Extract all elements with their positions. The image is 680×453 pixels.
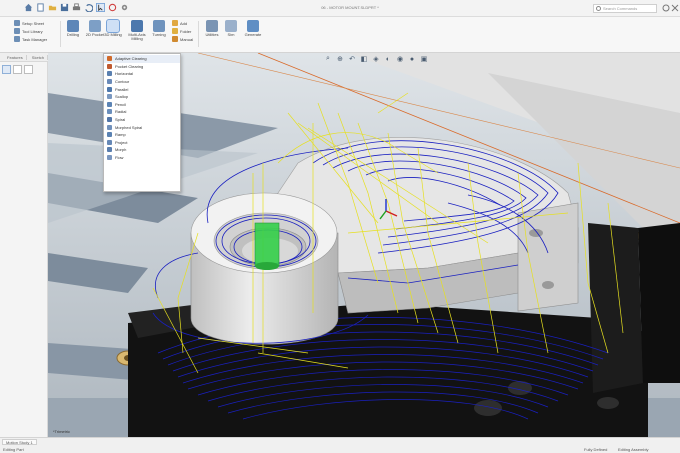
- view-orientation-icon[interactable]: ◈: [372, 55, 380, 63]
- adaptive-clearing-icon: [107, 56, 112, 62]
- zoom-to-fit-icon[interactable]: ⌕: [324, 55, 332, 63]
- menu-item-pencil[interactable]: Pencil: [104, 101, 180, 109]
- add-icon: [172, 20, 178, 26]
- menu-item-parallel[interactable]: Parallel: [104, 85, 180, 93]
- new-file-icon[interactable]: [36, 3, 45, 12]
- menu-item-contour[interactable]: Contour: [104, 78, 180, 86]
- menu-item-project[interactable]: Project: [104, 139, 180, 147]
- turning-icon: [153, 20, 165, 32]
- help-icon[interactable]: [662, 4, 670, 12]
- task-manager-button[interactable]: Task Manager: [14, 35, 47, 43]
- tool-library-button[interactable]: Tool Library: [14, 27, 47, 35]
- menu-item-morphed-spiral[interactable]: Morphed Spiral: [104, 123, 180, 131]
- multi-axis-milling-icon: [131, 20, 143, 32]
- menu-item-horizontal[interactable]: Horizontal: [104, 70, 180, 78]
- flow-icon: [107, 155, 112, 161]
- tool-library-icon: [14, 28, 20, 34]
- spiral-icon: [107, 117, 112, 123]
- scallop-icon: [107, 94, 112, 100]
- menu-item-morph[interactable]: Morph: [104, 146, 180, 154]
- status-bar: Motion Study 1 Editing Part Fully Define…: [0, 437, 680, 453]
- display-style-icon[interactable]: ◐: [384, 55, 392, 63]
- property-tab[interactable]: [13, 65, 22, 74]
- utilities-icon: [206, 20, 218, 32]
- undo-icon[interactable]: [84, 3, 93, 12]
- turning-button[interactable]: Turning: [146, 20, 172, 37]
- ramp-icon: [107, 132, 112, 138]
- menu-item-adaptive-clearing[interactable]: Adaptive Clearing: [104, 55, 180, 63]
- select-icon[interactable]: [96, 3, 105, 12]
- view-orientation-label: *Trimetric: [53, 429, 70, 434]
- project-icon: [107, 139, 112, 145]
- 3d-milling-dropdown: Adaptive Clearing Pocket Clearing Horizo…: [103, 53, 181, 192]
- folder-button[interactable]: Folder: [172, 27, 193, 35]
- pocket-clearing-icon: [107, 63, 112, 69]
- appearance-icon[interactable]: ●: [408, 55, 416, 63]
- zoom-area-icon[interactable]: ⊕: [336, 55, 344, 63]
- options-icon[interactable]: [120, 3, 129, 12]
- menu-item-spiral[interactable]: Spiral: [104, 116, 180, 124]
- tab-features[interactable]: Features: [4, 54, 27, 60]
- ribbon-right-commands: Add Folder Manual: [172, 19, 193, 43]
- add-button[interactable]: Add: [172, 19, 193, 27]
- parallel-icon: [107, 86, 112, 92]
- panel-tabs: [0, 62, 47, 77]
- setup-sheet-icon: [14, 20, 20, 26]
- status-definition: Fully Defined: [584, 447, 608, 452]
- radial-icon: [107, 109, 112, 115]
- morph-icon: [107, 147, 112, 153]
- pencil-icon: [107, 101, 112, 107]
- home-icon[interactable]: [24, 3, 33, 12]
- heads-up-view-toolbar: ⌕ ⊕ ↶ ◧ ◈ ◐ ◉ ● ▣: [324, 55, 428, 63]
- tab-sketch[interactable]: Sketch: [29, 54, 49, 60]
- generate-icon: [247, 20, 259, 32]
- menu-item-ramp[interactable]: Ramp: [104, 131, 180, 139]
- close-icon[interactable]: [671, 4, 679, 12]
- drilling-icon: [67, 20, 79, 32]
- menu-item-pocket-clearing[interactable]: Pocket Clearing: [104, 63, 180, 71]
- 3d-milling-icon: [106, 19, 120, 33]
- menu-item-radial[interactable]: Radial: [104, 108, 180, 116]
- menu-item-flow[interactable]: Flow: [104, 154, 180, 162]
- document-title: 06 - MOTOR MOUNT.SLDPRT *: [321, 5, 379, 10]
- save-icon[interactable]: [60, 3, 69, 12]
- status-left-text: Editing Part: [3, 447, 24, 452]
- 3d-milling-button[interactable]: 3D Milling: [100, 19, 126, 37]
- setup-sheet-button[interactable]: Setup Sheet: [14, 19, 47, 27]
- morphed-spiral-icon: [107, 124, 112, 130]
- feature-tree-tab[interactable]: [2, 65, 11, 74]
- menu-item-scallop[interactable]: Scallop: [104, 93, 180, 101]
- open-folder-icon[interactable]: [48, 3, 57, 12]
- contour-icon: [107, 79, 112, 85]
- quick-access-toolbar: [24, 3, 129, 12]
- folder-icon: [172, 28, 178, 34]
- search-icon: [596, 6, 601, 11]
- previous-view-icon[interactable]: ↶: [348, 55, 356, 63]
- rebuild-icon[interactable]: [108, 3, 117, 12]
- scene-icon[interactable]: ▣: [420, 55, 428, 63]
- feature-manager-panel: [0, 62, 48, 437]
- cutting-tool: [254, 222, 280, 270]
- manual-icon: [172, 36, 178, 42]
- status-editing-mode: Editing Assembly: [618, 447, 649, 452]
- command-manager-ribbon: Setup Sheet Tool Library Task Manager Dr…: [0, 17, 680, 53]
- search-commands-input[interactable]: Search Commands: [593, 4, 657, 13]
- cam-tab[interactable]: [24, 65, 33, 74]
- hide-show-icon[interactable]: ◉: [396, 55, 404, 63]
- section-view-icon[interactable]: ◧: [360, 55, 368, 63]
- ribbon-small-commands: Setup Sheet Tool Library Task Manager: [14, 19, 47, 43]
- print-icon[interactable]: [72, 3, 81, 12]
- simulate-icon: [225, 20, 237, 32]
- motion-study-tab[interactable]: Motion Study 1: [2, 439, 37, 445]
- horizontal-icon: [107, 71, 112, 77]
- generate-button[interactable]: Generate: [240, 20, 266, 37]
- task-manager-icon: [14, 36, 20, 42]
- title-bar: 06 - MOTOR MOUNT.SLDPRT * Search Command…: [0, 0, 680, 17]
- manual-button[interactable]: Manual: [172, 35, 193, 43]
